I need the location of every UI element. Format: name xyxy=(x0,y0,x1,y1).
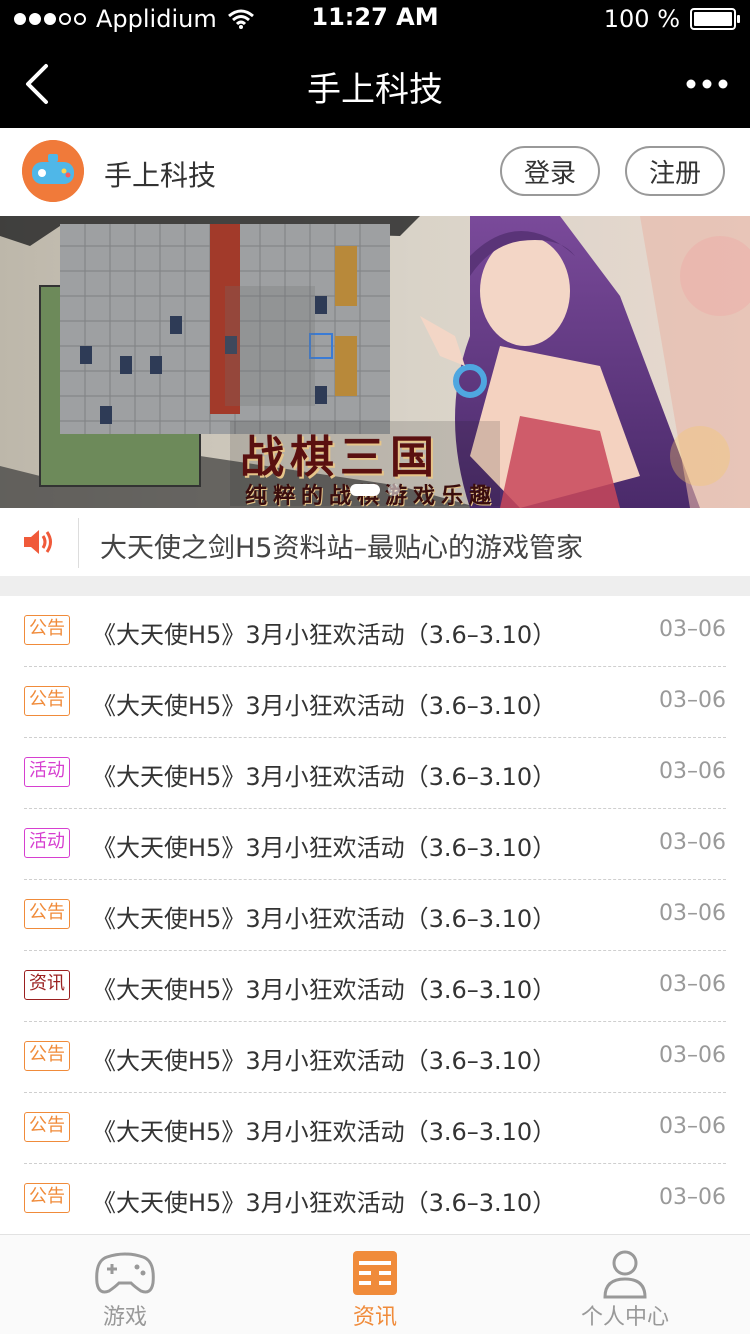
news-list: 公告 《大天使H5》3月小狂欢活动（3.6–3.10） 03–06 公告 《大天使H5》… xyxy=(0,596,750,1235)
pager-dot[interactable] xyxy=(350,484,380,496)
news-item[interactable]: 活动 《大天使H5》3月小狂欢活动（3.6–3.10） 03–06 xyxy=(24,738,726,809)
tab-news[interactable]: 资讯 xyxy=(250,1235,500,1334)
news-tag-badge: 公告 xyxy=(24,899,70,929)
login-button[interactable]: 登录 xyxy=(500,146,600,196)
news-tag-badge: 资讯 xyxy=(24,970,70,1000)
register-button[interactable]: 注册 xyxy=(625,146,725,196)
news-date: 03–06 xyxy=(659,617,726,642)
news-date: 03–06 xyxy=(659,901,726,926)
gamepad-logo-icon xyxy=(22,140,84,202)
news-title: 《大天使H5》3月小狂欢活动（3.6–3.10） xyxy=(92,905,557,933)
page-title: 手上科技 xyxy=(307,70,443,110)
more-dots-icon[interactable] xyxy=(684,64,730,104)
section-divider xyxy=(0,576,750,596)
news-title: 《大天使H5》3月小狂欢活动（3.6–3.10） xyxy=(92,692,557,720)
tab-games-label: 游戏 xyxy=(102,1305,147,1330)
news-date: 03–06 xyxy=(659,972,726,997)
news-item[interactable]: 公告 《大天使H5》3月小狂欢活动（3.6–3.10） 03–06 xyxy=(24,1022,726,1093)
news-title: 《大天使H5》3月小狂欢活动（3.6–3.10） xyxy=(92,834,557,862)
news-tag-badge: 公告 xyxy=(24,686,70,716)
tab-profile[interactable]: 个人中心 xyxy=(500,1235,750,1334)
news-tag-badge: 公告 xyxy=(24,615,70,645)
news-tag-badge: 公告 xyxy=(24,1183,70,1213)
news-item[interactable]: 公告 《大天使H5》3月小狂欢活动（3.6–3.10） 03–06 xyxy=(24,880,726,951)
news-tag-badge: 公告 xyxy=(24,1112,70,1142)
news-title: 《大天使H5》3月小狂欢活动（3.6–3.10） xyxy=(92,1118,557,1146)
avatar xyxy=(22,140,84,202)
news-date: 03–06 xyxy=(659,1185,726,1210)
news-item[interactable]: 资讯 《大天使H5》3月小狂欢活动（3.6–3.10） 03–06 xyxy=(24,951,726,1022)
user-icon xyxy=(603,1250,647,1299)
nav-bar: 手上科技 xyxy=(0,40,750,128)
news-tag-badge: 活动 xyxy=(24,757,70,787)
news-title: 《大天使H5》3月小狂欢活动（3.6–3.10） xyxy=(92,976,557,1004)
status-bar: Applidium 11:27 AM 100 % xyxy=(0,0,750,40)
news-item[interactable]: 公告 《大天使H5》3月小狂欢活动（3.6–3.10） 03–06 xyxy=(24,1093,726,1164)
brand-name: 手上科技 xyxy=(104,159,217,192)
news-date: 03–06 xyxy=(659,1114,726,1139)
tab-bar: 游戏 资讯 个人中心 xyxy=(0,1234,750,1334)
notice-bar[interactable]: 大天使之剑H5资料站–最贴心的游戏管家 xyxy=(0,508,750,576)
battery-icon xyxy=(690,8,740,30)
news-date: 03–06 xyxy=(659,759,726,784)
notice-text: 大天使之剑H5资料站–最贴心的游戏管家 xyxy=(100,533,583,564)
banner-pager[interactable] xyxy=(0,484,750,496)
news-item[interactable]: 公告 《大天使H5》3月小狂欢活动（3.6–3.10） 03–06 xyxy=(24,667,726,738)
news-title: 《大天使H5》3月小狂欢活动（3.6–3.10） xyxy=(92,621,557,649)
gamepad-icon xyxy=(95,1252,155,1294)
news-date: 03–06 xyxy=(659,830,726,855)
news-tag-badge: 活动 xyxy=(24,828,70,858)
banner-carousel[interactable]: 战棋三国 纯粹的战棋游戏乐趣 xyxy=(0,216,750,508)
news-icon xyxy=(353,1251,397,1295)
speaker-icon xyxy=(24,530,52,554)
news-item[interactable]: 公告 《大天使H5》3月小狂欢活动（3.6–3.10） 03–06 xyxy=(24,1164,726,1235)
banner-title: 战棋三国 xyxy=(240,432,440,483)
news-date: 03–06 xyxy=(659,1043,726,1068)
news-title: 《大天使H5》3月小狂欢活动（3.6–3.10） xyxy=(92,763,557,791)
news-tag-badge: 公告 xyxy=(24,1041,70,1071)
tab-games[interactable]: 游戏 xyxy=(0,1235,250,1334)
tab-profile-label: 个人中心 xyxy=(580,1305,669,1330)
news-title: 《大天使H5》3月小狂欢活动（3.6–3.10） xyxy=(92,1189,557,1217)
news-item[interactable]: 公告 《大天使H5》3月小狂欢活动（3.6–3.10） 03–06 xyxy=(24,596,726,667)
tab-news-label: 资讯 xyxy=(352,1305,397,1330)
news-date: 03–06 xyxy=(659,688,726,713)
battery-percent: 100 % xyxy=(603,5,680,33)
news-item[interactable]: 活动 《大天使H5》3月小狂欢活动（3.6–3.10） 03–06 xyxy=(24,809,726,880)
account-header: 手上科技 登录 注册 xyxy=(0,128,750,216)
news-title: 《大天使H5》3月小狂欢活动（3.6–3.10） xyxy=(92,1047,557,1075)
pager-dot[interactable] xyxy=(388,484,400,496)
